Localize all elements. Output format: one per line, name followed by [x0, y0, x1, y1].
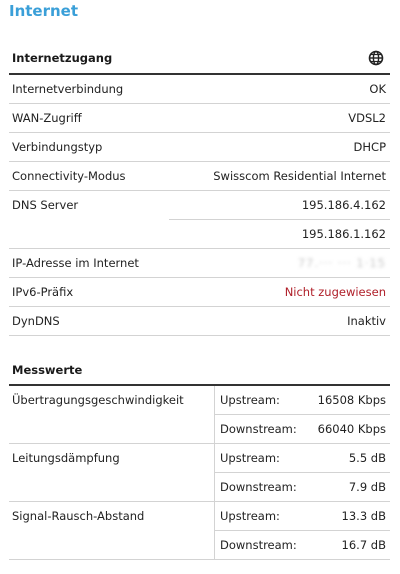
- upstream-label: Upstream:: [220, 509, 280, 523]
- row-label: DynDNS: [12, 314, 60, 328]
- row-label: Leitungsdämpfung: [12, 451, 120, 465]
- upstream-value: 13.3 dB: [341, 509, 386, 523]
- row-internet-connection: Internetverbindung OK: [9, 75, 390, 104]
- downstream-value: 16.7 dB: [341, 538, 386, 552]
- row-value: VDSL2: [348, 111, 386, 125]
- row-value: 195.186.1.162: [301, 227, 386, 241]
- section-title: Messwerte: [12, 363, 83, 377]
- row-label: IP-Adresse im Internet: [12, 256, 139, 270]
- row-value: DHCP: [353, 140, 386, 154]
- row-label: Internetverbindung: [12, 82, 124, 96]
- row-wan-access: WAN-Zugriff VDSL2: [9, 104, 390, 133]
- upstream-value: 5.5 dB: [348, 451, 386, 465]
- upstream-cell: Upstream: 5.5 dB: [214, 444, 390, 473]
- downstream-label: Downstream:: [220, 422, 297, 436]
- row-label: Übertragungsgeschwindigkeit: [12, 393, 184, 407]
- row-ip-address: IP-Adresse im Internet 77.··· ··· 1·15: [9, 249, 390, 278]
- row-value: Swisscom Residential Internet: [213, 169, 386, 183]
- row-dns-server: DNS Server 195.186.4.162 195.186.1.162: [9, 191, 390, 249]
- row-label: IPv6-Präfix: [12, 285, 74, 299]
- upstream-cell: Upstream: 16508 Kbps: [214, 386, 390, 415]
- internet-access-section: Internetzugang Internetverbindung OK WAN…: [9, 44, 390, 336]
- section-header: Internetzugang: [9, 44, 390, 75]
- row-label: Connectivity-Modus: [12, 169, 126, 183]
- downstream-cell: Downstream: 16.7 dB: [214, 531, 390, 559]
- downstream-cell: Downstream: 66040 Kbps: [214, 415, 390, 443]
- row-snr: Signal-Rausch-Abstand Upstream: 13.3 dB …: [9, 502, 390, 560]
- row-value: 77.··· ··· 1·15: [297, 256, 386, 270]
- status-value: Nicht zugewiesen: [284, 285, 386, 299]
- downstream-value: 66040 Kbps: [317, 422, 386, 436]
- dns-secondary: 195.186.1.162: [9, 220, 390, 248]
- downstream-label: Downstream:: [220, 538, 297, 552]
- row-value: OK: [369, 82, 386, 96]
- upstream-label: Upstream:: [220, 451, 280, 465]
- section-header: Messwerte: [9, 356, 390, 386]
- downstream-value: 7.9 dB: [348, 480, 386, 494]
- row-connectivity-mode: Connectivity-Modus Swisscom Residential …: [9, 162, 390, 191]
- downstream-label: Downstream:: [220, 480, 297, 494]
- row-connection-type: Verbindungstyp DHCP: [9, 133, 390, 162]
- dns-primary: 195.186.4.162: [169, 191, 390, 220]
- row-label: WAN-Zugriff: [12, 111, 82, 125]
- globe-icon[interactable]: [368, 50, 384, 66]
- row-label: Verbindungstyp: [12, 140, 103, 154]
- row-value: 195.186.4.162: [301, 198, 386, 212]
- row-label: Signal-Rausch-Abstand: [12, 509, 145, 523]
- upstream-value: 16508 Kbps: [317, 393, 386, 407]
- row-dyndns: DynDNS Inaktiv: [9, 307, 390, 336]
- row-ipv6-prefix: IPv6-Präfix Nicht zugewiesen: [9, 278, 390, 307]
- upstream-cell: Upstream: 13.3 dB: [214, 502, 390, 531]
- page-title: Internet: [9, 2, 79, 20]
- section-title: Internetzugang: [12, 51, 113, 65]
- row-transfer-speed: Übertragungsgeschwindigkeit Upstream: 16…: [9, 386, 390, 444]
- measurements-section: Messwerte Übertragungsgeschwindigkeit Up…: [9, 356, 390, 560]
- row-line-attenuation: Leitungsdämpfung Upstream: 5.5 dB Downst…: [9, 444, 390, 502]
- upstream-label: Upstream:: [220, 393, 280, 407]
- downstream-cell: Downstream: 7.9 dB: [214, 473, 390, 501]
- row-label: DNS Server: [12, 198, 79, 212]
- row-value: Inaktiv: [347, 314, 386, 328]
